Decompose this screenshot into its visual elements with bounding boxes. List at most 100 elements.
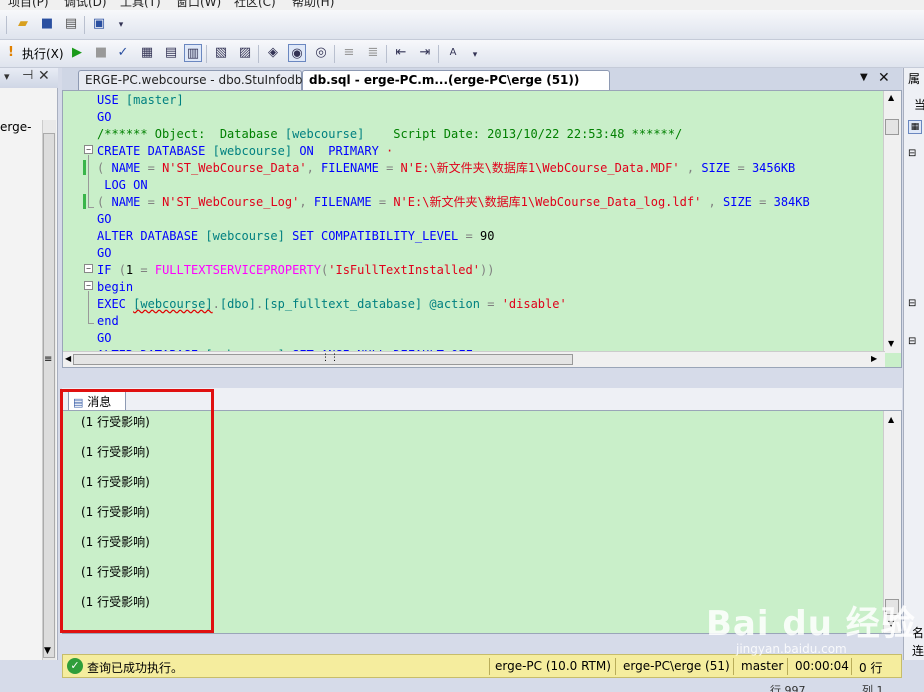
stop-icon[interactable]: ■: [92, 44, 110, 62]
code-line: GO: [97, 246, 112, 260]
standard-toolbar: ▰ ■ ▤ ▣ ▾: [0, 10, 924, 40]
menu-tools[interactable]: 工具(T): [120, 0, 161, 10]
menu-help[interactable]: 帮助(H): [292, 0, 334, 10]
status-message: 查询已成功执行。: [87, 661, 184, 675]
pin-icon[interactable]: ▾: [4, 70, 10, 83]
status-separator: [615, 658, 616, 675]
expand-icon[interactable]: ⊟: [908, 148, 916, 159]
menu-debug[interactable]: 调试(D): [64, 0, 107, 10]
specify-values-icon[interactable]: A: [444, 44, 462, 62]
scroll-left-icon[interactable]: ◀: [65, 354, 71, 363]
status-separator: [851, 658, 852, 675]
fold-guide: [88, 155, 89, 207]
tab-table-designer[interactable]: ERGE-PC.webcourse - dbo.StuInfodb: [78, 70, 303, 90]
client-statistics-icon[interactable]: ◉: [288, 44, 306, 62]
menu-community[interactable]: 社区(C): [234, 0, 276, 10]
object-explorer-scroll-thumb[interactable]: [43, 133, 55, 658]
toolbar-separator: [6, 16, 7, 34]
menu-project[interactable]: 项目(P): [8, 0, 49, 10]
close-icon[interactable]: ✕: [38, 68, 50, 84]
change-marker: [83, 194, 86, 209]
code-line: IF (1 = FULLTEXTSERVICEPROPERTY('IsFullT…: [97, 263, 495, 277]
toolbar-separator: [84, 16, 85, 34]
display-plan-icon[interactable]: ▦: [138, 44, 156, 62]
uncomment-lines-icon[interactable]: ≣: [364, 44, 382, 62]
code-line: begin: [97, 280, 134, 294]
open-folder-icon[interactable]: ▰: [14, 15, 32, 33]
code-line: EXEC [webcourse].[dbo].[sp_fulltext_data…: [97, 297, 567, 311]
app-status-bar: 行 997 列 1: [0, 680, 924, 692]
status-database: master: [741, 659, 784, 673]
comment-lines-icon[interactable]: ≡: [340, 44, 358, 62]
properties-panel: 属 当 ▦ ⊟ ⊟ ⊟ 名 连: [903, 68, 924, 660]
properties-current: 当: [914, 96, 924, 113]
sql-code: USE [master] GO /****** Object: Database…: [97, 92, 810, 364]
exclamation-icon: !: [8, 45, 14, 60]
baidu-watermark: Bai du 经验 jingyan.baidu.com: [706, 596, 916, 656]
toolbar-separator: [386, 45, 387, 63]
parse-check-icon[interactable]: ✓: [114, 44, 132, 62]
include-plan-icon[interactable]: ◈: [264, 44, 282, 62]
toolbar-overflow-icon[interactable]: ▾: [112, 16, 130, 34]
collapse-icon[interactable]: −: [84, 281, 93, 290]
status-separator: [489, 658, 490, 675]
sql-editor[interactable]: − − − USE [master] GO /****** Object: Da…: [62, 90, 902, 368]
editor-vertical-scroll-thumb[interactable]: [885, 119, 899, 135]
activity-monitor-icon[interactable]: ▣: [90, 15, 108, 33]
query-options-icon[interactable]: ◎: [312, 44, 330, 62]
expand-icon[interactable]: ⊟: [908, 298, 916, 309]
status-elapsed: 00:00:04: [795, 659, 849, 673]
editor-horizontal-scrollbar[interactable]: ◀ ⋮⋮ ▶: [63, 351, 885, 367]
code-line: GO: [97, 110, 112, 124]
collapse-icon[interactable]: −: [84, 145, 93, 154]
debug-play-icon[interactable]: ▶: [68, 44, 86, 62]
status-separator: [787, 658, 788, 675]
fold-guide: [88, 291, 89, 323]
menu-bar: 项目(P) 调试(D) 工具(T) 窗口(W) 社区(C) 帮助(H): [0, 0, 924, 10]
save-icon[interactable]: ■: [38, 15, 56, 33]
tree-node-server[interactable]: erge-: [0, 120, 31, 134]
scroll-down-icon[interactable]: ▼: [44, 646, 51, 656]
toolbar-overflow-icon[interactable]: ▾: [466, 46, 484, 64]
decrease-indent-icon[interactable]: ⇤: [392, 44, 410, 62]
scroll-up-icon[interactable]: ▲: [888, 415, 894, 424]
toolbar-separator: [334, 45, 335, 63]
scroll-down-icon[interactable]: ▼: [888, 339, 894, 348]
increase-indent-icon[interactable]: ⇥: [416, 44, 434, 62]
toolbar-separator: [438, 45, 439, 63]
code-line: end: [97, 314, 119, 328]
status-line: 行 997: [770, 684, 806, 692]
results-to-file-icon[interactable]: ▨: [236, 44, 254, 62]
query-designer-icon[interactable]: ▤: [162, 44, 180, 62]
close-tab-icon[interactable]: ✕: [878, 70, 890, 86]
code-line: GO: [97, 331, 112, 345]
highlight-box: [60, 389, 214, 633]
code-line: /****** Object: Database [webcourse] Scr…: [97, 127, 683, 141]
code-line: CREATE DATABASE [webcourse] ON PRIMARY ·: [97, 144, 394, 158]
collapse-icon[interactable]: −: [84, 264, 93, 273]
status-separator: [733, 658, 734, 675]
watermark-url: jingyan.baidu.com: [736, 642, 847, 656]
splitter-grip-icon[interactable]: ≡: [44, 354, 52, 365]
scroll-right-icon[interactable]: ▶: [871, 354, 877, 363]
toolbar-separator: [206, 45, 207, 63]
auto-hide-icon[interactable]: ⊣: [22, 68, 33, 83]
fold-guide: [88, 323, 94, 324]
categorized-icon[interactable]: ▦: [908, 120, 922, 134]
tab-db-sql[interactable]: db.sql - erge-PC.m...(erge-PC\erge (51)): [302, 70, 610, 90]
fold-guide: [88, 207, 94, 208]
expand-icon[interactable]: ⊟: [908, 336, 916, 347]
results-to-grid-icon[interactable]: ▥: [184, 44, 202, 62]
scroll-up-icon[interactable]: ▲: [888, 93, 894, 102]
menu-window[interactable]: 窗口(W): [176, 0, 221, 10]
results-to-text-icon[interactable]: ▧: [212, 44, 230, 62]
status-rows: 0 行: [859, 661, 883, 675]
code-line: USE [master]: [97, 93, 184, 107]
code-line: LOG ON: [104, 178, 148, 192]
print-icon[interactable]: ▤: [62, 15, 80, 33]
execute-button[interactable]: 执行(X): [22, 45, 64, 62]
tab-list-dropdown-icon[interactable]: ▼: [860, 72, 868, 83]
document-tab-strip: ERGE-PC.webcourse - dbo.StuInfodb db.sql…: [62, 68, 902, 90]
success-check-icon: ✓: [67, 658, 83, 674]
change-marker: [83, 160, 86, 175]
